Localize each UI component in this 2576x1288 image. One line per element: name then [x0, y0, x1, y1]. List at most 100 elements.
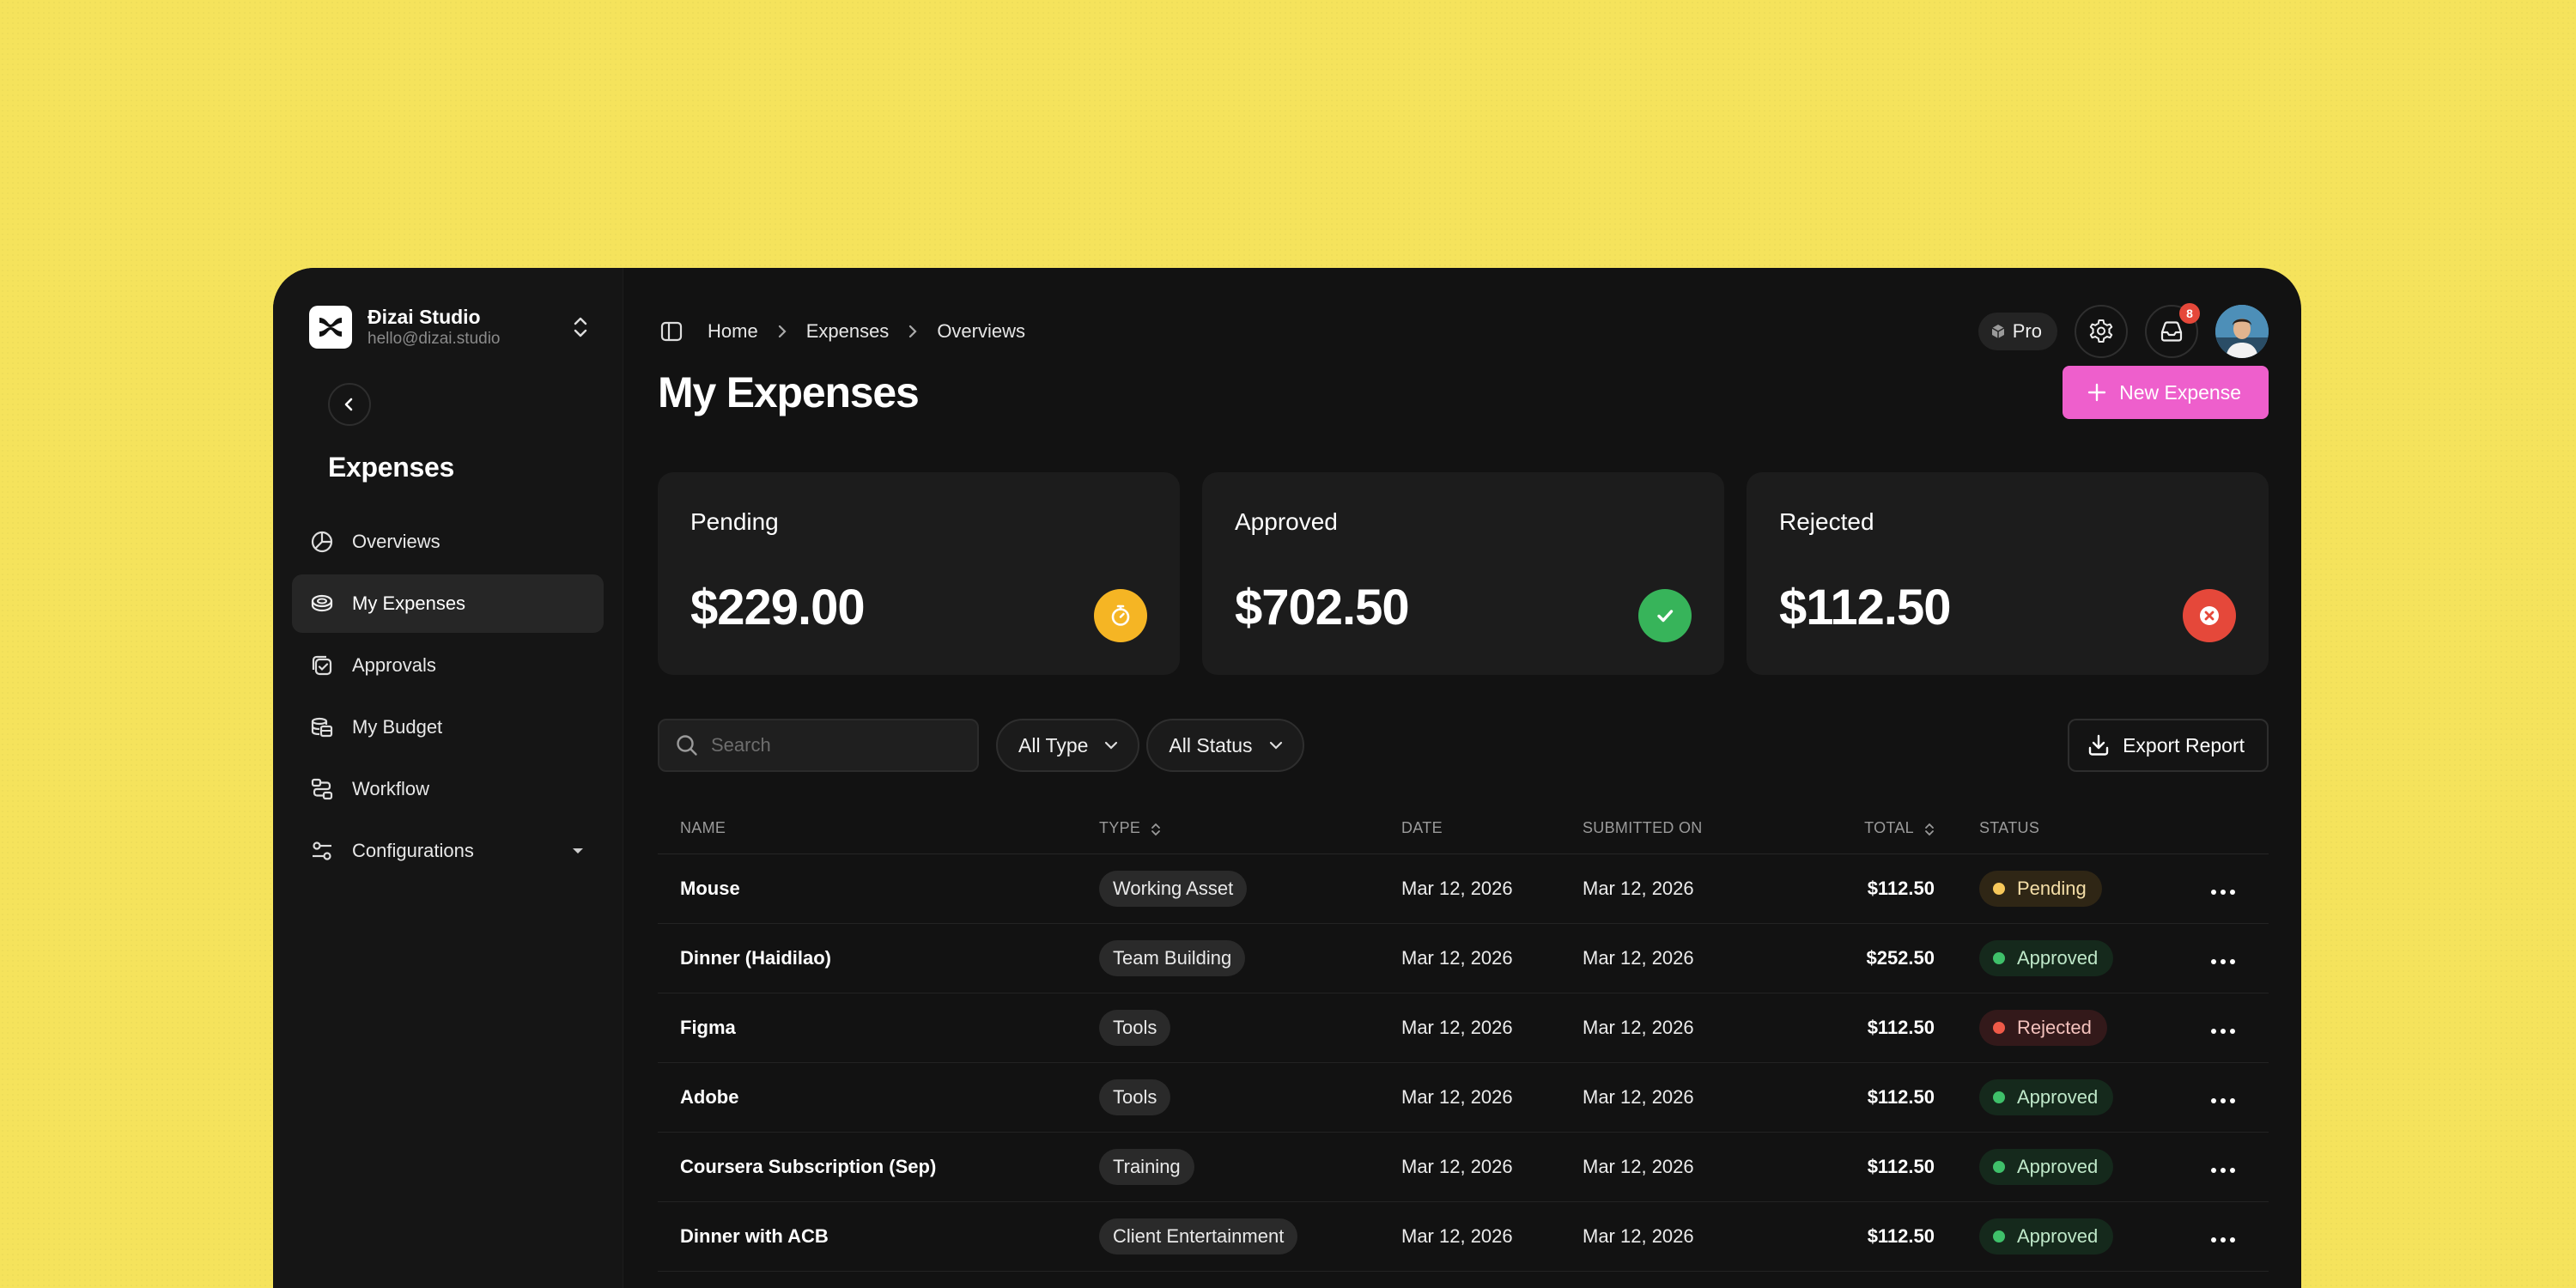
expense-name: Mouse [658, 854, 1099, 924]
expense-name: Dinner with ACB [658, 1201, 1099, 1272]
summary-card-rejected[interactable]: Rejected $112.50 [1747, 472, 2269, 675]
breadcrumb: Home Expenses Overviews [708, 320, 1025, 343]
avatar[interactable] [2215, 305, 2269, 358]
table-row[interactable]: Dinner with ACB Client Entertainment Mar… [658, 1201, 2269, 1272]
status-cell: Pending [1979, 854, 2177, 924]
total-cell: $112.50 [1797, 1201, 1979, 1272]
total-cell: $252.50 [1797, 923, 1979, 993]
sidebar-item-workflow[interactable]: Workflow [292, 760, 604, 818]
status-cell: Approved [1979, 1201, 2177, 1272]
sort-icon[interactable] [1924, 822, 1935, 837]
sidebar-title: Expenses [328, 452, 455, 483]
sliders-icon [309, 838, 335, 864]
type-filter-select[interactable]: All Type [996, 719, 1140, 772]
date-cell: Mar 12, 2026 [1401, 993, 1583, 1063]
more-icon[interactable] [2210, 1236, 2235, 1242]
search-input[interactable] [711, 734, 951, 756]
column-header-label: TOTAL [1864, 819, 1914, 837]
sidebar: Đizai Studio hello@dizai.studio Expenses… [273, 268, 623, 1288]
status-cell: Approved [1979, 1132, 2177, 1202]
sidebar-item-my-expenses[interactable]: My Expenses [292, 574, 604, 633]
sidebar-nav: Overviews My Expenses Approvals My Budge… [292, 513, 604, 880]
page-title: My Expenses [658, 368, 920, 416]
inbox-button[interactable]: 8 [2145, 303, 2200, 358]
expense-name: Coursera Subscription (Sep) [658, 1132, 1099, 1202]
date-cell: Mar 12, 2026 [1401, 1201, 1583, 1272]
table-row[interactable]: Coursera Subscription (Sep) Training Mar… [658, 1132, 2269, 1202]
more-icon[interactable] [2210, 1167, 2235, 1173]
table-row[interactable]: Figma Tools Mar 12, 2026 Mar 12, 2026 $1… [658, 993, 2269, 1063]
sort-icon[interactable] [1151, 822, 1161, 837]
sidebar-toggle-icon[interactable] [658, 318, 685, 345]
workspace-name: Đizai Studio [368, 306, 481, 328]
date-cell: Mar 12, 2026 [1401, 854, 1583, 924]
submitted-cell: Mar 12, 2026 [1583, 1062, 1797, 1133]
status-label: Pending [2017, 877, 2087, 899]
column-header-date[interactable]: DATE [1401, 804, 1583, 854]
main-content: Home Expenses Overviews Pro 8 My Expense… [623, 268, 2301, 1288]
more-icon[interactable] [2210, 889, 2235, 895]
sidebar-item-approvals[interactable]: Approvals [292, 636, 604, 695]
type-chip: Training [1099, 1148, 1194, 1185]
card-value: $229.00 [690, 580, 866, 635]
summary-card-approved[interactable]: Approved $702.50 [1202, 472, 1724, 675]
column-header-name[interactable]: NAME [658, 804, 1099, 854]
breadcrumb-overviews[interactable]: Overviews [937, 320, 1025, 343]
download-icon [2087, 733, 2111, 757]
more-icon[interactable] [2210, 1097, 2235, 1103]
column-header-type[interactable]: TYPE [1099, 804, 1401, 854]
more-icon[interactable] [2210, 1028, 2235, 1034]
status-cell: Approved [1979, 1062, 2177, 1133]
status-dot [1993, 1230, 2005, 1242]
sidebar-item-overviews[interactable]: Overviews [292, 513, 604, 571]
plan-badge[interactable]: Pro [1978, 313, 2057, 350]
filters-bar: All Type All Status Export Report [658, 718, 2269, 773]
expenses-table: NAME TYPE DATE SUBMITTED ON TOTAL STATUS… [658, 804, 2269, 1272]
status-filter-value: All Status [1169, 733, 1253, 756]
type-cell: Working Asset [1099, 854, 1401, 924]
new-expense-button[interactable]: New Expense [2063, 366, 2269, 419]
status-dot [1993, 951, 2005, 964]
column-header-status[interactable]: STATUS [1979, 804, 2177, 854]
export-report-button[interactable]: Export Report [2068, 719, 2269, 772]
type-cell: Training [1099, 1132, 1401, 1202]
chevron-up-down-icon[interactable] [568, 310, 593, 344]
card-value: $702.50 [1235, 580, 1410, 635]
column-header-label: TYPE [1099, 819, 1141, 837]
search-box[interactable] [658, 719, 979, 772]
back-button[interactable] [328, 383, 371, 426]
row-actions [2177, 1201, 2269, 1272]
table-row[interactable]: Dinner (Haidilao) Team Building Mar 12, … [658, 923, 2269, 993]
summary-cards: Pending $229.00 Approved $702.50 Rejecte… [658, 472, 2269, 675]
status-cell: Approved [1979, 923, 2177, 993]
workspace-switcher[interactable]: Đizai Studio hello@dizai.studio [292, 299, 604, 355]
table-row[interactable]: Mouse Working Asset Mar 12, 2026 Mar 12,… [658, 854, 2269, 924]
sidebar-item-label: Configurations [352, 840, 474, 861]
date-cell: Mar 12, 2026 [1401, 1132, 1583, 1202]
sidebar-item-my-budget[interactable]: My Budget [292, 698, 604, 756]
card-value: $112.50 [1779, 580, 1951, 635]
coins-icon [309, 591, 335, 617]
total-cell: $112.50 [1797, 1062, 1979, 1133]
table-row[interactable]: Adobe Tools Mar 12, 2026 Mar 12, 2026 $1… [658, 1062, 2269, 1133]
sidebar-item-configurations[interactable]: Configurations [292, 822, 604, 880]
caret-down-icon[interactable] [569, 847, 586, 855]
date-cell: Mar 12, 2026 [1401, 923, 1583, 993]
card-label: Pending [690, 508, 779, 535]
sidebar-item-label: My Budget [352, 716, 443, 738]
pie-chart-icon [309, 529, 335, 555]
more-icon[interactable] [2210, 958, 2235, 964]
summary-card-pending[interactable]: Pending $229.00 [658, 472, 1180, 675]
expense-name: Figma [658, 993, 1099, 1063]
status-filter-select[interactable]: All Status [1146, 719, 1304, 772]
column-header-submitted[interactable]: SUBMITTED ON [1583, 804, 1797, 854]
type-cell: Team Building [1099, 923, 1401, 993]
settings-button[interactable] [2075, 305, 2128, 358]
expense-name: Adobe [658, 1062, 1099, 1133]
status-dot [1993, 1160, 2005, 1173]
breadcrumb-expenses[interactable]: Expenses [806, 320, 890, 343]
column-header-total[interactable]: TOTAL [1797, 804, 1979, 854]
row-actions [2177, 923, 2269, 993]
breadcrumb-home[interactable]: Home [708, 320, 758, 343]
status-dot [1993, 882, 2005, 895]
